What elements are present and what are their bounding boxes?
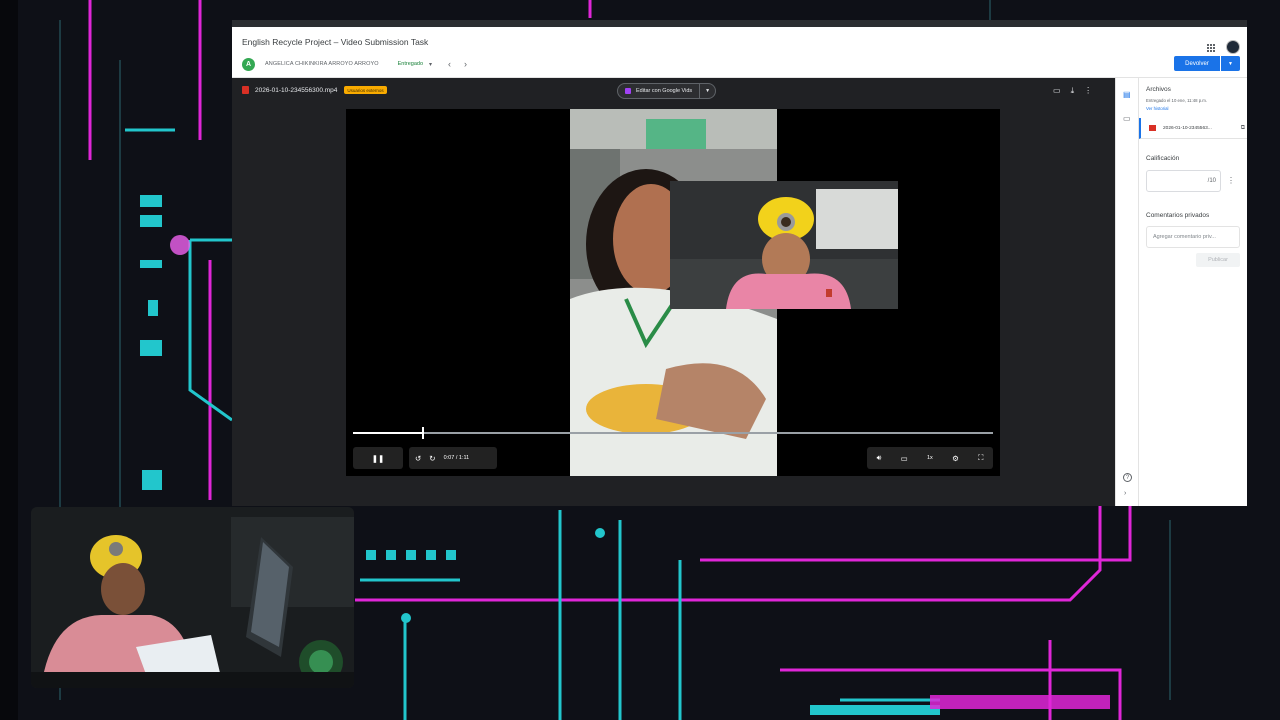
external-users-badge: Usuarios externos [344,86,387,94]
viewer-toolbar: ▭ ⤓ ⋮ [1053,86,1092,96]
more-options-icon[interactable]: ⋮ [1084,86,1092,96]
time-display: 0:07 / 1:11 [443,455,470,461]
edit-with-vids-label: Editar con Google Vids [636,88,693,94]
download-icon[interactable]: ⤓ [1071,86,1075,96]
help-icon[interactable]: ? [1123,473,1132,482]
student-name: ANGELICA CHIKINKIRA ARROYO ARROYO [265,61,379,67]
video-progress-handle[interactable] [422,427,425,439]
return-options-icon[interactable]: ▼ [1221,56,1240,71]
attachment-name: 2026-01-10-2345563... [1163,125,1212,131]
video-file-icon [1149,125,1156,131]
grade-input[interactable]: /10 [1146,170,1221,192]
side-panel-content: Archivos Entregado el 10 ene, 11:48 p.m.… [1139,78,1247,506]
settings-control-group: 🔊︎ ▭ 1x ⚙︎ ⛶ [867,447,993,469]
side-rail: ▤ ▭ ? › [1116,78,1139,506]
file-name: 2026-01-10-234556300.mp4 [255,86,338,94]
captions-icon[interactable]: ▭ [895,454,914,463]
attachment-item[interactable]: 2026-01-10-2345563... ⧉ [1139,118,1247,139]
google-vids-icon [625,88,631,94]
submission-status: Entregado [397,61,424,67]
view-history-link[interactable]: Ver historial [1146,106,1168,111]
private-comments-title: Comentarios privados [1146,212,1210,219]
open-in-new-icon[interactable]: ⧉ [1241,125,1245,132]
student-selector[interactable]: A ANGELICA CHIKINKIRA ARROYO ARROYO Entr… [242,56,467,72]
file-viewer: 2026-01-10-234556300.mp4 Usuarios extern… [232,78,1115,506]
file-info-bar: 2026-01-10-234556300.mp4 Usuarios extern… [242,86,387,94]
expand-panel-icon[interactable]: › [1124,490,1126,497]
assignment-title: English Recycle Project – Video Submissi… [242,37,429,47]
play-control-group: ❚❚ [353,447,403,469]
private-comment-input[interactable]: Agregar comentario priv... [1146,226,1240,248]
submitted-timestamp: Entregado el 10 ene, 11:48 p.m. [1146,98,1208,103]
grading-side-panel: ▤ ▭ ? › Archivos Entregado el 10 ene, 11… [1115,78,1247,506]
fullscreen-icon[interactable]: ⛶ [972,453,989,463]
webcam-frame [31,507,354,688]
post-comment-button[interactable]: Publicar [1196,253,1240,267]
student-dropdown-icon[interactable]: ▾ [429,61,432,68]
pause-icon[interactable]: ❚❚ [366,454,391,463]
edit-with-vids-button[interactable]: Editar con Google Vids ▼ [617,83,717,99]
volume-icon[interactable]: 🔊︎ [871,453,888,463]
video-progress-bar[interactable] [353,427,993,439]
video-file-icon [242,86,249,94]
student-avatar: A [242,57,255,71]
forward-10-icon[interactable]: ↻ [427,454,441,463]
edit-options-icon[interactable]: ▼ [699,84,715,98]
classroom-header: English Recycle Project – Video Submissi… [232,27,1247,78]
return-button[interactable]: Devolver [1174,56,1220,71]
files-section-title: Archivos [1146,86,1171,93]
grade-options-icon[interactable]: ⋮ [1227,176,1235,185]
rewind-10-icon[interactable]: ↺ [409,454,427,463]
streamer-webcam [31,507,354,688]
previous-student-icon[interactable]: ‹ [448,59,451,69]
playback-speed-button[interactable]: 1x [921,455,939,461]
comments-tab-icon[interactable]: ▭ [1123,114,1131,123]
profile-avatar[interactable] [1226,40,1240,54]
grade-max: /10 [1207,178,1216,184]
seek-control-group: ↺ ↻ 0:07 / 1:11 [409,447,497,469]
next-student-icon[interactable]: › [464,59,467,69]
add-comment-icon[interactable]: ▭ [1053,86,1061,96]
settings-gear-icon[interactable]: ⚙︎ [946,454,965,463]
browser-top-strip [232,20,1247,27]
grade-section-title: Calificación [1146,155,1180,162]
video-frame [570,109,898,476]
browser-window: English Recycle Project – Video Submissi… [232,20,1247,506]
video-progress-fill [353,432,424,434]
apps-grid-icon[interactable] [1207,44,1215,52]
video-player[interactable]: ❚❚ ↺ ↻ 0:07 / 1:11 🔊︎ ▭ 1x ⚙︎ ⛶ [346,109,1000,476]
files-tab-icon[interactable]: ▤ [1123,90,1131,99]
edit-with-vids-main[interactable]: Editar con Google Vids [618,88,699,94]
